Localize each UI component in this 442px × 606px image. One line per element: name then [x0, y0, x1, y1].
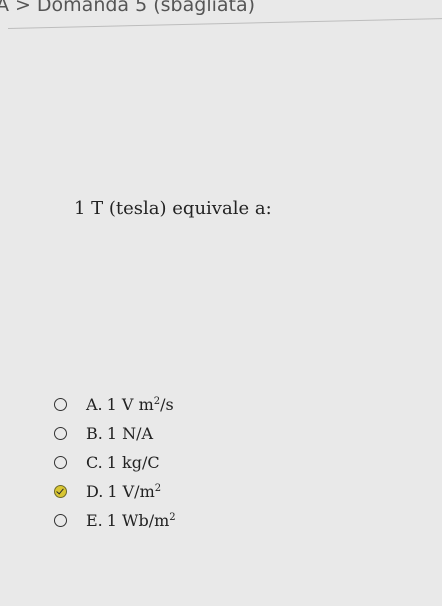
- radio-button[interactable]: [54, 398, 67, 411]
- option-letter: D.: [86, 482, 104, 501]
- option-e[interactable]: E. 1 Wb/m2: [54, 506, 176, 535]
- option-letter: A.: [86, 395, 103, 414]
- header-divider: [8, 17, 442, 29]
- radio-button-selected[interactable]: [54, 485, 67, 498]
- option-b[interactable]: B. 1 N/A: [54, 419, 176, 448]
- question-text: 1 T (tesla) equivale a:: [74, 198, 272, 219]
- option-formula: 1 N/A: [106, 424, 154, 443]
- option-letter: C.: [86, 453, 103, 472]
- page-title: Domanda 5 (sbagliata): [36, 0, 256, 16]
- option-d[interactable]: D. 1 V/m2: [54, 477, 176, 506]
- option-c[interactable]: C. 1 kg/C: [54, 448, 176, 477]
- radio-button[interactable]: [54, 427, 67, 440]
- answer-options: A. 1 V m2/s B. 1 N/A C. 1 kg/C D. 1 V/m2…: [54, 390, 176, 535]
- option-formula: 1 kg/C: [106, 453, 160, 472]
- breadcrumb: A > Domanda 5 (sbagliata): [0, 0, 255, 16]
- option-formula: 1 Wb/m2: [106, 511, 176, 530]
- radio-button[interactable]: [54, 514, 67, 527]
- breadcrumb-parent-link[interactable]: A: [0, 0, 9, 16]
- option-letter: E.: [86, 511, 103, 530]
- radio-button[interactable]: [54, 456, 67, 469]
- option-formula: 1 V/m2: [107, 482, 162, 501]
- option-a[interactable]: A. 1 V m2/s: [54, 390, 176, 419]
- option-formula: 1 V m2/s: [106, 395, 174, 414]
- breadcrumb-separator: >: [15, 0, 31, 16]
- option-letter: B.: [86, 424, 103, 443]
